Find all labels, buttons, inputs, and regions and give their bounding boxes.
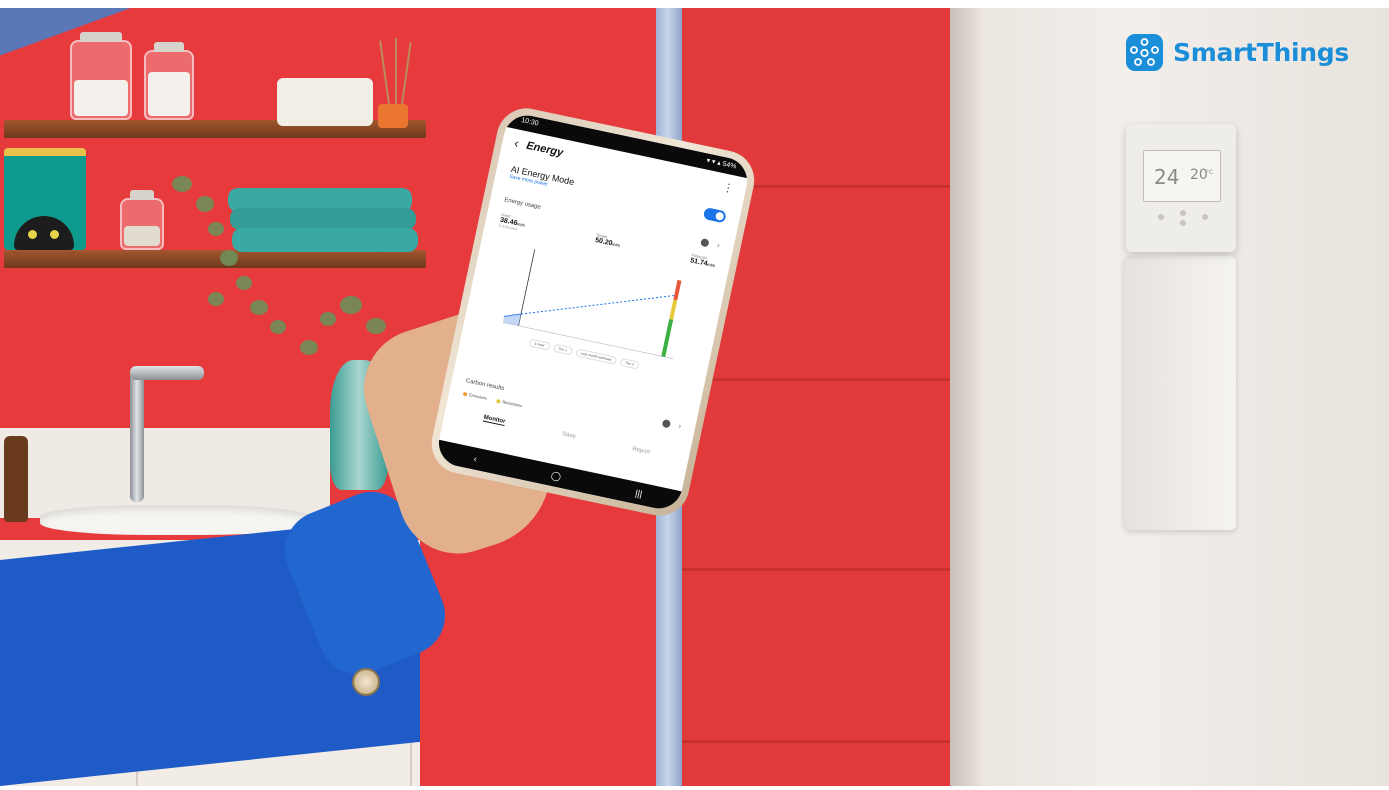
wall-plate xyxy=(1124,256,1236,530)
tab-monitor[interactable]: Monitor xyxy=(482,414,506,427)
sink-basin xyxy=(40,505,310,535)
screen-title: Energy xyxy=(525,139,565,159)
small-jar xyxy=(120,190,164,250)
smartthings-logo: SmartThings xyxy=(1126,34,1349,71)
tier-bar-yellow xyxy=(669,299,678,320)
faucet-spout xyxy=(130,366,204,380)
glass-jar xyxy=(70,32,132,120)
glass-jar xyxy=(144,42,194,120)
thermostat-display: 24 20 °C xyxy=(1143,150,1221,202)
top-border xyxy=(0,0,1389,8)
chip[interactable]: Last month estimate xyxy=(574,348,618,365)
tab-save[interactable]: Save xyxy=(561,431,576,441)
diffuser-stick xyxy=(395,38,397,104)
stat-target: Target 50.20kWh xyxy=(594,232,622,253)
tin-lid xyxy=(4,148,86,156)
info-icon[interactable] xyxy=(700,237,711,248)
thermostat-button[interactable] xyxy=(1158,214,1164,220)
faucet xyxy=(130,372,144,502)
thermostat-current-temp: 24 xyxy=(1154,165,1180,189)
stat-unit: kWh xyxy=(611,241,621,249)
thermostat-button[interactable] xyxy=(1180,210,1186,216)
stat-used: Used 38.46kWh € 9.32 used xyxy=(499,212,527,233)
nav-back-icon[interactable]: ‹ xyxy=(473,454,478,464)
logo-glyph xyxy=(1130,38,1159,66)
forecast-line xyxy=(520,295,675,315)
tier-bar-red xyxy=(673,279,682,301)
storage-box xyxy=(277,78,373,126)
nav-home-icon[interactable]: ◯ xyxy=(550,469,562,482)
thermostat-button[interactable] xyxy=(1202,214,1208,220)
stat-unit: kWh xyxy=(706,261,716,269)
unit-edge xyxy=(950,8,980,786)
thermostat-buttons xyxy=(1148,208,1218,238)
brand-name: SmartThings xyxy=(1173,38,1349,67)
back-arrow-icon[interactable]: ‹ xyxy=(513,135,520,151)
panel-seam xyxy=(682,740,950,743)
chevron-right-icon[interactable]: › xyxy=(678,421,682,430)
scene: 10:30 ▾ ▾ ▴ 54% ‹ Energy ⋮ AI Energy Mod… xyxy=(0,0,1389,790)
thermostat-button[interactable] xyxy=(1180,220,1186,226)
actual-usage-area xyxy=(502,314,521,326)
energy-usage-title: Energy usage xyxy=(503,196,542,211)
tab-report[interactable]: Report xyxy=(631,446,651,457)
smartthings-icon xyxy=(1126,34,1163,71)
more-options-icon[interactable]: ⋮ xyxy=(722,180,735,195)
reed-diffuser xyxy=(378,104,408,128)
folded-towel xyxy=(230,208,416,230)
thermostat-unit: °C xyxy=(1206,169,1214,176)
ai-energy-mode-toggle[interactable] xyxy=(702,207,727,224)
panel-seam xyxy=(682,568,950,571)
amber-bottle xyxy=(4,436,28,522)
panel-seam xyxy=(682,378,950,381)
info-icon[interactable] xyxy=(662,418,672,429)
stat-forecast: Forecast 51.74kWh xyxy=(689,252,717,273)
status-time: 10:30 xyxy=(520,116,540,128)
chevron-right-icon[interactable]: › xyxy=(716,240,720,249)
nav-recents-icon[interactable]: ||| xyxy=(634,488,643,499)
tier-bar-green xyxy=(661,318,674,357)
lower-shelf xyxy=(4,250,426,268)
red-wall-panel xyxy=(682,8,950,786)
folded-towel xyxy=(232,228,418,252)
chip[interactable]: 1 Hour xyxy=(528,338,551,351)
chip[interactable]: Tier 3 xyxy=(619,357,640,370)
chip[interactable]: Tier 1 xyxy=(552,343,573,356)
cuff-button xyxy=(352,668,380,696)
bottom-border xyxy=(0,786,1389,790)
